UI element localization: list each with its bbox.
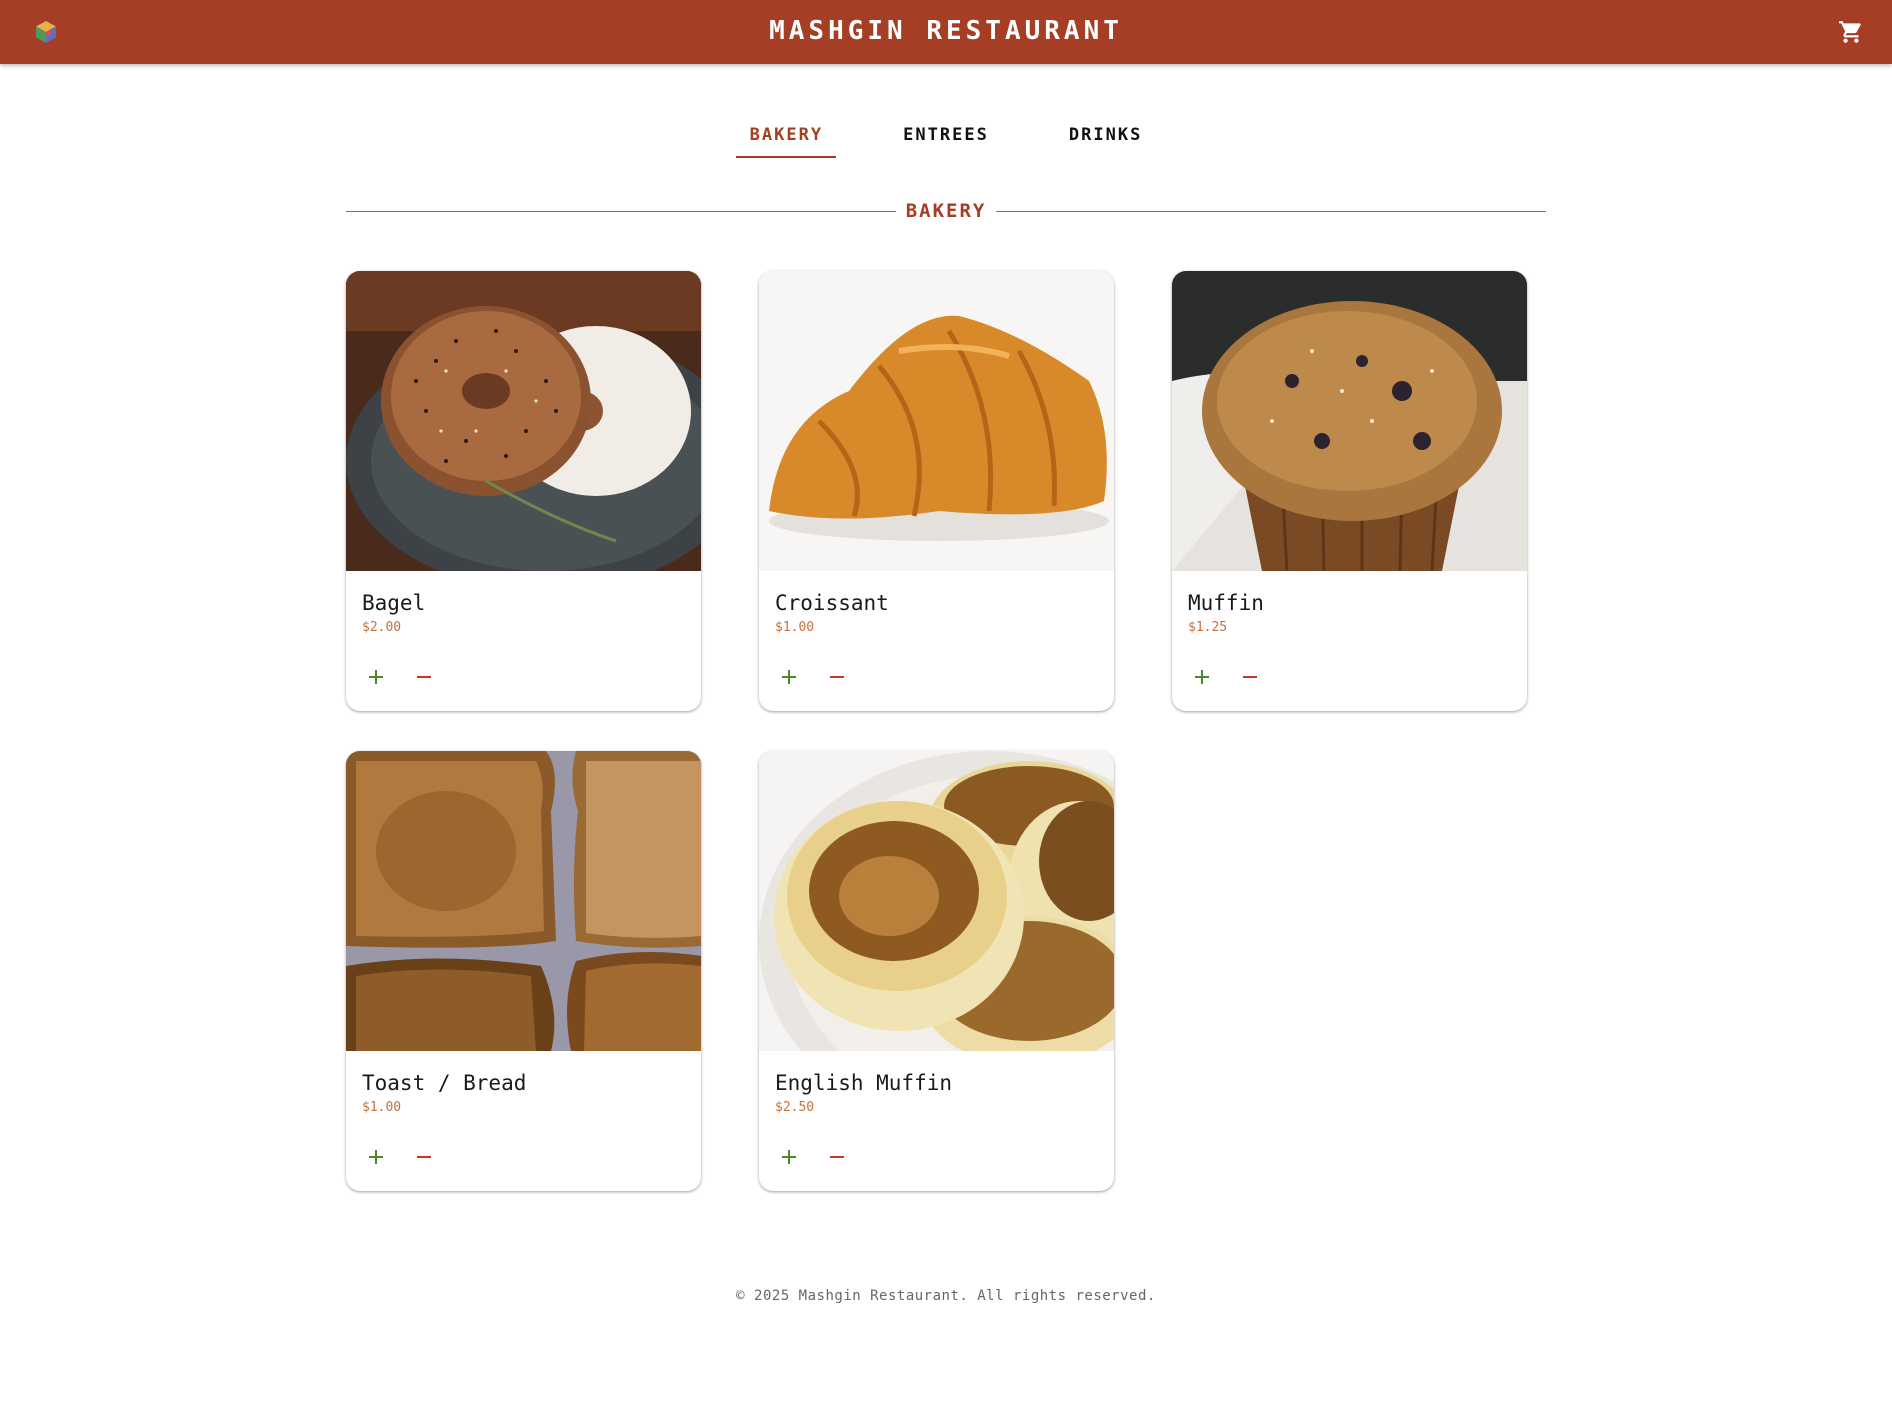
add-item-button[interactable] <box>362 1143 390 1171</box>
menu-item-card: Bagel $2.00 <box>346 271 701 711</box>
croissant-photo <box>759 271 1114 571</box>
toast-photo <box>346 751 701 1051</box>
menu-item-card: English Muffin $2.50 <box>759 751 1114 1191</box>
shopping-cart-icon[interactable] <box>1838 19 1864 45</box>
item-price: $1.25 <box>1188 620 1228 635</box>
plus-icon <box>782 1150 796 1164</box>
section-heading: BAKERY <box>346 198 1547 224</box>
minus-icon <box>830 676 844 678</box>
plus-icon <box>369 1150 383 1164</box>
tab-bakery[interactable]: BAKERY <box>711 118 861 160</box>
add-item-button[interactable] <box>775 663 803 691</box>
muffin-photo <box>1172 271 1527 571</box>
divider-right <box>996 210 1547 212</box>
minus-icon <box>417 676 431 678</box>
tab-entrees[interactable]: ENTREES <box>871 118 1021 160</box>
remove-item-button[interactable] <box>410 1143 438 1171</box>
tab-drinks[interactable]: DRINKS <box>1031 118 1181 160</box>
plus-icon <box>369 670 383 684</box>
item-price: $2.50 <box>775 1100 815 1115</box>
divider-left <box>346 210 896 212</box>
remove-item-button[interactable] <box>410 663 438 691</box>
menu-item-card: Muffin $1.25 <box>1172 271 1527 711</box>
app-title: MASHGIN RESTAURANT <box>769 16 1123 46</box>
minus-icon <box>417 1156 431 1158</box>
category-tabs: BAKERY ENTREES DRINKS <box>0 118 1892 162</box>
footer-copyright: © 2025 Mashgin Restaurant. All rights re… <box>736 1288 1156 1304</box>
item-name: Bagel <box>362 591 426 615</box>
remove-item-button[interactable] <box>823 663 851 691</box>
item-name: English Muffin <box>775 1071 953 1095</box>
bagel-photo <box>346 271 701 571</box>
menu-item-card: Croissant $1.00 <box>759 271 1114 711</box>
section-title: BAKERY <box>905 200 987 222</box>
menu-item-card: Toast / Bread $1.00 <box>346 751 701 1191</box>
app-bar: MASHGIN RESTAURANT <box>0 0 1892 64</box>
plus-icon <box>782 670 796 684</box>
add-item-button[interactable] <box>362 663 390 691</box>
item-name: Muffin <box>1188 591 1264 615</box>
english-muffin-photo <box>759 751 1114 1051</box>
plus-icon <box>1195 670 1209 684</box>
item-price: $2.00 <box>362 620 402 635</box>
add-item-button[interactable] <box>1188 663 1216 691</box>
minus-icon <box>830 1156 844 1158</box>
item-name: Toast / Bread <box>362 1071 527 1095</box>
item-price: $1.00 <box>362 1100 402 1115</box>
add-item-button[interactable] <box>775 1143 803 1171</box>
item-price: $1.00 <box>775 620 815 635</box>
minus-icon <box>1243 676 1257 678</box>
remove-item-button[interactable] <box>1236 663 1264 691</box>
item-name: Croissant <box>775 591 889 615</box>
remove-item-button[interactable] <box>823 1143 851 1171</box>
